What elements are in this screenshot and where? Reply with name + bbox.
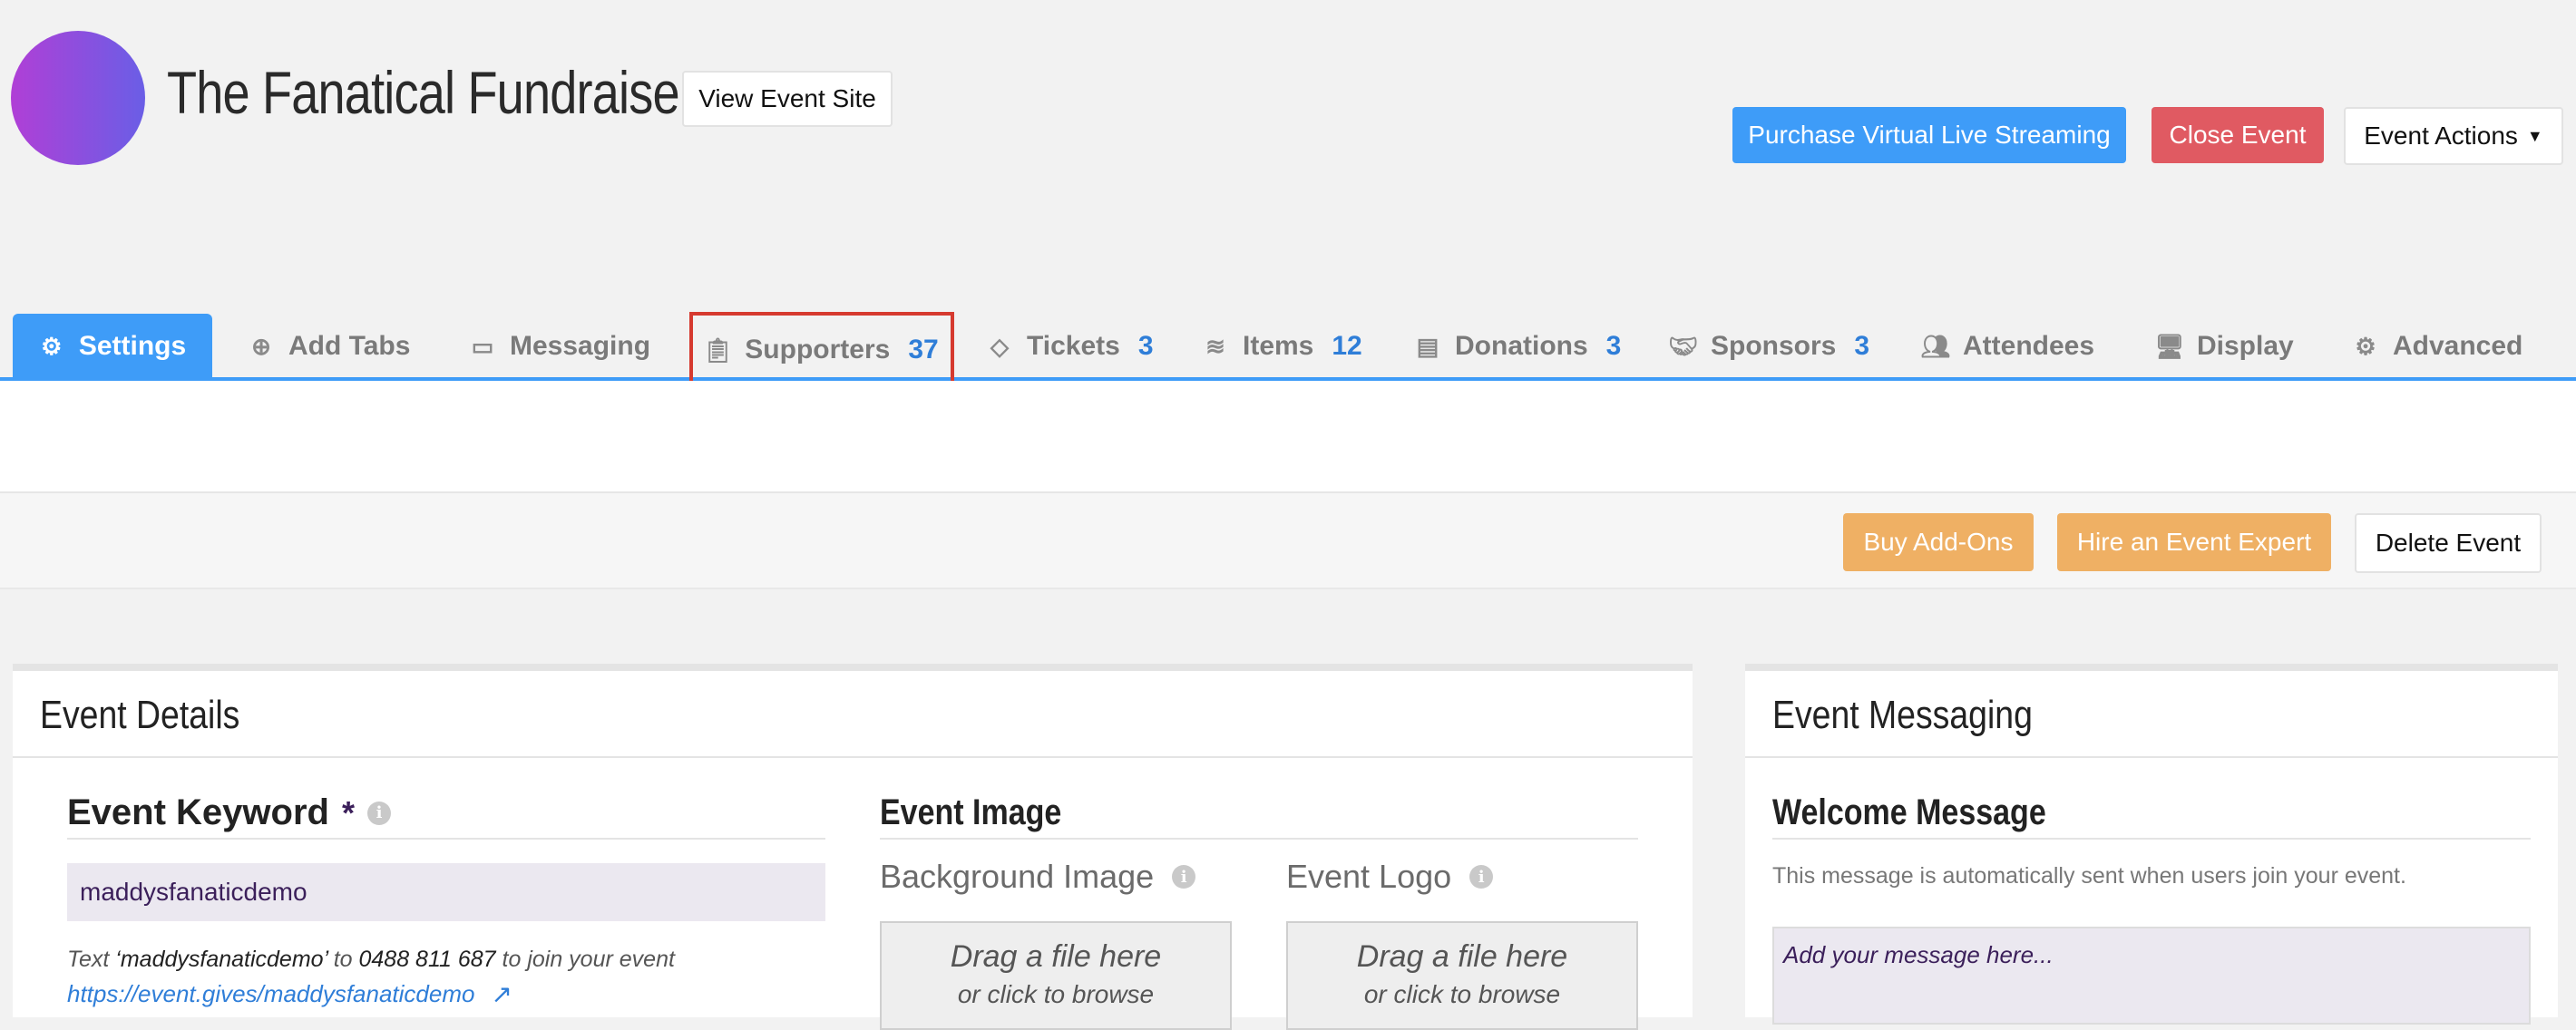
keyword-help-text: Text ‘maddysfanaticdemo’ to 0488 811 687… bbox=[67, 947, 675, 973]
event-messaging-heading: Event Messaging bbox=[1772, 693, 2033, 737]
plus-circle-icon: ⊕ bbox=[251, 332, 271, 360]
event-actions-dropdown[interactable]: Event Actions ▼ bbox=[2344, 107, 2563, 165]
hire-expert-button[interactable]: Hire an Event Expert bbox=[2057, 513, 2331, 571]
divider bbox=[13, 756, 1693, 758]
browse-text: or click to browse bbox=[1363, 980, 1561, 1008]
page-title: The Fanatical Fundraiser bbox=[167, 59, 696, 126]
tab-count: 37 bbox=[908, 335, 939, 364]
tab-bar: ⚙ Settings ⊕ Add Tabs ▭ Messaging 📋︎ Sup… bbox=[0, 312, 2576, 388]
caret-down-icon: ▼ bbox=[2526, 126, 2543, 145]
tab-attendees[interactable]: 👥︎ Attendees bbox=[1920, 314, 2095, 379]
tab-label: Add Tabs bbox=[288, 331, 411, 361]
tab-label: Supporters bbox=[745, 335, 891, 364]
tab-label: Sponsors bbox=[1711, 331, 1837, 361]
external-link-icon[interactable]: ↗ bbox=[491, 979, 512, 1009]
content-band bbox=[0, 381, 2576, 493]
tab-messaging[interactable]: ▭ Messaging bbox=[470, 314, 650, 379]
ticket-icon: ◇ bbox=[990, 332, 1009, 360]
gears-icon: ⚙ bbox=[2355, 332, 2376, 360]
monitor-icon: 🖥︎ bbox=[2154, 332, 2185, 360]
tab-count: 3 bbox=[1137, 331, 1154, 361]
tab-label: Messaging bbox=[510, 331, 651, 361]
event-messaging-panel: Event Messaging Welcome Message This mes… bbox=[1745, 664, 2558, 1025]
event-link[interactable]: https://event.gives/maddysfanaticdemo bbox=[67, 980, 474, 1008]
divider bbox=[880, 838, 1638, 840]
tab-tickets[interactable]: ◇ Tickets 3 bbox=[987, 314, 1154, 379]
tab-count: 3 bbox=[1605, 331, 1622, 361]
welcome-message-heading: Welcome Message bbox=[1772, 792, 2046, 832]
tab-display[interactable]: 🖥︎ Display bbox=[2154, 314, 2294, 379]
tab-items[interactable]: ≋ Items 12 bbox=[1203, 314, 1362, 379]
tab-label: Donations bbox=[1455, 331, 1588, 361]
event-logo-label: Event Logo bbox=[1286, 858, 1452, 895]
help-phone-number: 0488 811 687 bbox=[358, 947, 496, 972]
tab-supporters[interactable]: 📋︎ Supporters 37 bbox=[689, 312, 954, 388]
tab-label: Settings bbox=[78, 331, 187, 361]
drop-text: Drag a file here bbox=[950, 939, 1162, 974]
event-keyword-input[interactable]: maddysfanaticdemo bbox=[67, 863, 825, 921]
tab-add-tabs[interactable]: ⊕ Add Tabs bbox=[249, 314, 410, 379]
logo-label-row: Event Logo i bbox=[1286, 858, 1494, 896]
required-mark: * bbox=[341, 793, 355, 831]
view-event-site-button[interactable]: View Event Site bbox=[682, 71, 893, 127]
background-image-label: Background Image bbox=[880, 858, 1155, 895]
tab-sponsors[interactable]: 🤝︎ Sponsors 3 bbox=[1668, 314, 1870, 379]
info-icon[interactable]: i bbox=[1172, 865, 1196, 889]
layers-icon: ≋ bbox=[1205, 332, 1225, 360]
tab-settings[interactable]: ⚙ Settings bbox=[13, 314, 212, 379]
divider bbox=[1772, 838, 2531, 840]
help-text: to bbox=[327, 947, 359, 972]
help-text: Text bbox=[67, 947, 116, 972]
inbox-icon: ▭ bbox=[471, 332, 494, 360]
tab-label: Display bbox=[2197, 331, 2294, 361]
drop-text: Drag a file here bbox=[1356, 939, 1568, 974]
welcome-message-textarea[interactable]: Add your message here... bbox=[1772, 927, 2531, 1025]
event-link-row: https://event.gives/maddysfanaticdemo ↗ bbox=[67, 979, 512, 1009]
delete-event-button[interactable]: Delete Event bbox=[2355, 513, 2542, 573]
background-label-row: Background Image i bbox=[880, 858, 1196, 896]
action-bar: Buy Add-Ons Hire an Event Expert Delete … bbox=[0, 493, 2576, 589]
close-event-button[interactable]: Close Event bbox=[2152, 107, 2324, 163]
buy-addons-button[interactable]: Buy Add-Ons bbox=[1843, 513, 2034, 571]
purchase-streaming-button[interactable]: Purchase Virtual Live Streaming bbox=[1732, 107, 2126, 163]
info-icon[interactable]: i bbox=[366, 801, 391, 825]
event-actions-label: Event Actions bbox=[2364, 121, 2518, 150]
event-details-heading: Event Details bbox=[40, 693, 240, 737]
divider bbox=[1745, 756, 2558, 758]
help-text: to join your event bbox=[495, 947, 675, 972]
handshake-icon: 🤝︎ bbox=[1668, 332, 1699, 360]
tab-advanced[interactable]: ⚙ Advanced bbox=[2353, 314, 2522, 379]
event-details-panel: Event Details Event Keyword * i maddysfa… bbox=[13, 664, 1693, 1030]
welcome-message-description: This message is automatically sent when … bbox=[1772, 863, 2406, 889]
help-keyword: ‘maddysfanaticdemo’ bbox=[115, 947, 327, 972]
textarea-placeholder: Add your message here... bbox=[1783, 941, 2054, 968]
tab-label: Tickets bbox=[1027, 331, 1120, 361]
tab-label: Advanced bbox=[2393, 331, 2523, 361]
users-icon: 👥︎ bbox=[1920, 332, 1951, 360]
divider bbox=[67, 838, 825, 840]
event-avatar bbox=[11, 31, 145, 165]
info-icon[interactable]: i bbox=[1469, 865, 1494, 889]
gear-icon: ⚙ bbox=[41, 332, 63, 360]
browse-text: or click to browse bbox=[957, 980, 1155, 1008]
tab-donations[interactable]: ▤ Donations 3 bbox=[1415, 314, 1622, 379]
tab-label: Items bbox=[1243, 331, 1314, 361]
event-keyword-label: Event Keyword bbox=[67, 792, 329, 832]
keyword-label-row: Event Keyword * i bbox=[67, 792, 391, 833]
receipt-icon: ▤ bbox=[1416, 332, 1439, 360]
tab-label: Attendees bbox=[1963, 331, 2095, 361]
tab-count: 12 bbox=[1332, 331, 1362, 361]
background-image-dropzone[interactable]: Drag a file here or click to browse bbox=[880, 921, 1232, 1030]
tab-count: 3 bbox=[1854, 331, 1870, 361]
clipboard-icon: 📋︎ bbox=[702, 335, 733, 364]
event-image-heading: Event Image bbox=[880, 792, 1062, 832]
event-logo-dropzone[interactable]: Drag a file here or click to browse bbox=[1286, 921, 1638, 1030]
